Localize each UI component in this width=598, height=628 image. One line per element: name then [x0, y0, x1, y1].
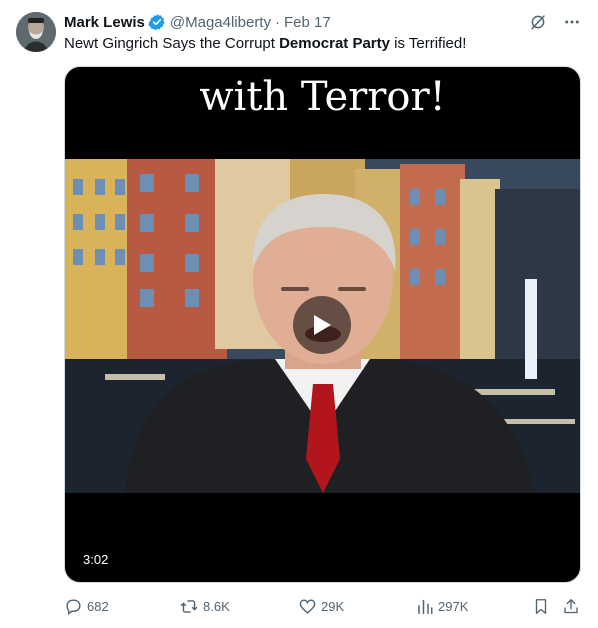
- play-button[interactable]: [293, 296, 351, 354]
- verified-badge-icon: [148, 13, 166, 31]
- video-caption: with Terror!: [199, 74, 446, 120]
- share-icon: [564, 598, 578, 613]
- avatar[interactable]: [16, 12, 56, 52]
- reply-count: 682: [87, 598, 109, 614]
- tweet-text: Newt Gingrich Says the Corrupt Democrat …: [64, 34, 466, 54]
- grok-icon[interactable]: [528, 12, 548, 32]
- repost-icon: [180, 599, 198, 613]
- author-handle[interactable]: @Maga4liberty: [170, 14, 271, 31]
- views-button[interactable]: 297K: [416, 595, 468, 617]
- repost-count: 8.6K: [203, 598, 230, 614]
- tweet[interactable]: Mark Lewis @Maga4liberty · Feb 17 Newt G…: [0, 0, 598, 628]
- like-count: 29K: [321, 598, 345, 614]
- view-count: 297K: [438, 598, 469, 614]
- share-button[interactable]: [562, 595, 580, 617]
- tweet-text-part2: is Terrified!: [389, 35, 467, 52]
- views-icon: [418, 599, 433, 614]
- like-icon: [299, 598, 316, 614]
- tweet-header: Mark Lewis @Maga4liberty · Feb 17: [64, 12, 331, 32]
- play-icon: [314, 315, 331, 335]
- separator-dot: ·: [274, 13, 280, 31]
- reply-icon: [66, 598, 81, 615]
- tweet-text-part1: Newt Gingrich Says the Corrupt: [64, 35, 280, 52]
- tweet-text-bold: Democrat Party: [279, 35, 390, 52]
- repost-button[interactable]: 8.6K: [179, 595, 230, 617]
- like-button[interactable]: 29K: [298, 595, 344, 617]
- more-icon[interactable]: [562, 12, 582, 32]
- bookmark-button[interactable]: [532, 595, 550, 617]
- tweet-date[interactable]: Feb 17: [284, 14, 331, 31]
- reply-button[interactable]: 682: [64, 595, 109, 617]
- author-name[interactable]: Mark Lewis: [64, 14, 145, 31]
- video-duration: 3:02: [83, 552, 109, 567]
- video-player[interactable]: with Terror! 3:02: [64, 66, 581, 583]
- bookmark-icon: [535, 598, 547, 614]
- tweet-actions: 682 8.6K 29K 297K: [64, 595, 584, 617]
